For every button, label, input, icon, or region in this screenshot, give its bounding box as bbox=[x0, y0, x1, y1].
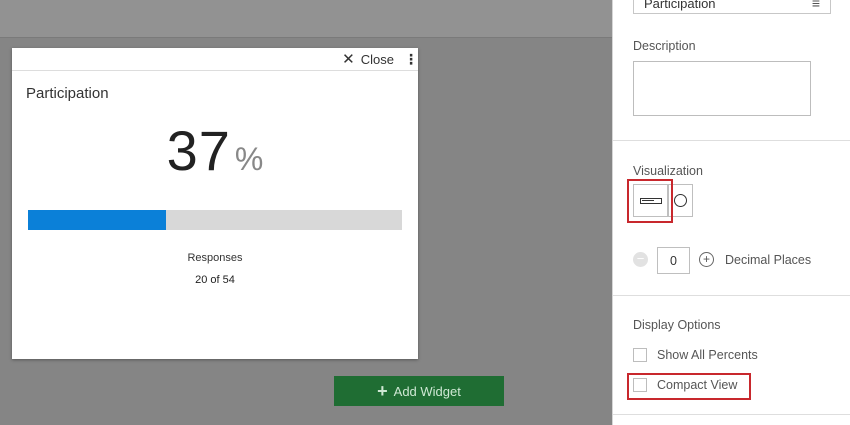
decimal-places-label: Decimal Places bbox=[725, 253, 812, 267]
plus-icon: + bbox=[377, 381, 388, 401]
divider bbox=[613, 295, 850, 296]
gauge-icon bbox=[674, 194, 687, 207]
widget-title: Participation bbox=[26, 85, 109, 102]
dashboard-canvas: ✕ Close ⋮ Participation 37% Responses 20… bbox=[0, 0, 612, 425]
participation-progress-bar bbox=[28, 210, 402, 230]
add-widget-label: Add Widget bbox=[393, 383, 461, 399]
close-label: Close bbox=[360, 51, 394, 67]
widget-toolbar: ✕ Close ⋮ bbox=[12, 48, 418, 71]
participation-value: 37% bbox=[12, 118, 418, 183]
widget-title-input-value: Participation bbox=[644, 0, 716, 11]
canvas-top-strip bbox=[0, 0, 612, 38]
percent-unit: % bbox=[234, 141, 264, 177]
visualization-highlight bbox=[627, 179, 673, 223]
decimal-places-input[interactable]: 0 bbox=[657, 247, 690, 274]
widget-title-input[interactable]: Participation ≡ bbox=[633, 0, 831, 14]
show-all-percents-label: Show All Percents bbox=[657, 348, 758, 362]
visualization-label: Visualization bbox=[633, 164, 703, 178]
description-label: Description bbox=[633, 39, 696, 53]
description-textarea[interactable] bbox=[633, 61, 811, 116]
show-all-percents-checkbox[interactable] bbox=[633, 348, 647, 362]
participation-widget[interactable]: ✕ Close ⋮ Participation 37% Responses 20… bbox=[12, 48, 418, 359]
increment-button[interactable]: + bbox=[699, 252, 714, 267]
kebab-menu-icon[interactable]: ⋮ bbox=[404, 52, 418, 66]
progress-fill bbox=[28, 210, 167, 230]
text-lines-icon[interactable]: ≡ bbox=[812, 0, 820, 11]
widget-settings-panel: Participation ≡ Description Visualizatio… bbox=[612, 0, 850, 425]
close-icon: ✕ bbox=[342, 50, 355, 68]
divider bbox=[613, 140, 850, 141]
display-options-label: Display Options bbox=[633, 318, 721, 332]
participation-number: 37 bbox=[166, 119, 231, 182]
divider bbox=[613, 414, 850, 415]
responses-value: 20 of 54 bbox=[195, 274, 235, 286]
close-button[interactable]: ✕ Close bbox=[342, 52, 394, 67]
responses-label: Responses bbox=[187, 252, 243, 264]
decrement-button[interactable]: − bbox=[633, 252, 648, 267]
compact-view-highlight bbox=[627, 373, 751, 400]
add-widget-button[interactable]: + Add Widget bbox=[334, 376, 504, 406]
